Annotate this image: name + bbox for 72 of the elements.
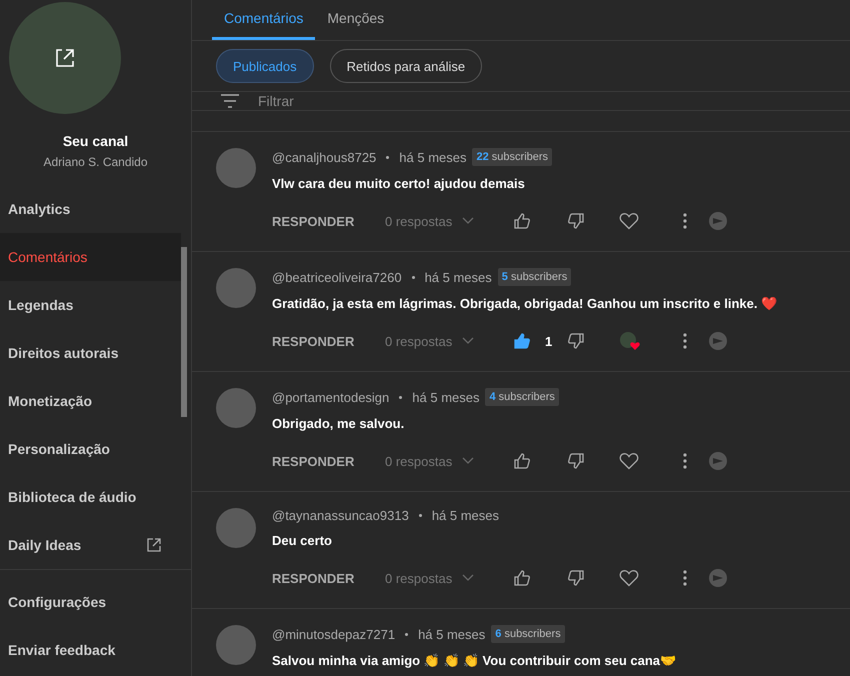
thumbs-down-icon[interactable] xyxy=(567,332,585,350)
chevron-down-icon xyxy=(462,337,474,345)
comment-time: há 5 meses xyxy=(412,390,480,404)
reply-button[interactable]: RESPONDER xyxy=(272,214,385,228)
tab[interactable]: Menções xyxy=(315,0,396,40)
comment-author[interactable]: @taynanassuncao9313 xyxy=(272,508,409,523)
thumbs-down-icon[interactable] xyxy=(567,452,585,470)
replies-toggle[interactable]: 0 respostas xyxy=(385,334,513,348)
separator-dot xyxy=(405,632,408,636)
filter-field[interactable]: Filtrar xyxy=(256,92,460,110)
replies-toggle[interactable]: 0 respostas xyxy=(385,214,513,228)
sidebar-item[interactable]: Comentários xyxy=(0,233,181,281)
more-options-icon[interactable] xyxy=(683,333,687,349)
creator-heart-icon[interactable] xyxy=(619,331,641,351)
sidebar-item[interactable]: Enviar feedback xyxy=(0,626,191,674)
thumbs-up-icon[interactable] xyxy=(513,569,531,587)
comment-time: há 5 meses xyxy=(418,626,486,642)
channel-heading: Seu canal xyxy=(62,133,128,149)
replies-toggle[interactable]: 0 respostas xyxy=(385,454,513,468)
comment-time: há 5 meses xyxy=(424,270,492,284)
separator-dot xyxy=(412,276,415,278)
comment-text: Gratidão, ja esta em lágrimas. Obrigada, obrigada! Ganhou um inscrito e linke. ❤ xyxy=(272,296,778,311)
subscriber-badge: 4 subscribers xyxy=(485,388,559,406)
sidebar-item[interactable]: Legendas xyxy=(0,281,181,329)
thumbs-up-icon[interactable] xyxy=(513,212,531,230)
sidebar-item[interactable]: Monetização xyxy=(0,377,181,425)
comment-text: Deu certo xyxy=(272,533,333,548)
reply-button[interactable]: RESPONDER xyxy=(272,454,385,468)
sidebar-item[interactable]: Configurações xyxy=(0,578,191,626)
sidebar-item[interactable]: Direitos autorais xyxy=(0,329,181,377)
tab[interactable]: Comentários xyxy=(212,0,316,40)
heart-icon[interactable] xyxy=(619,212,639,230)
comment-author[interactable]: @minutosdepaz7271 xyxy=(272,626,396,642)
sidebar-item[interactable]: Personalização xyxy=(0,425,181,473)
comment-text: Obrigado, me salvou. xyxy=(272,416,406,431)
sidebar-item[interactable]: Analytics xyxy=(0,185,181,233)
chevron-down-icon xyxy=(462,217,474,225)
sidebar-item[interactable]: Biblioteca de áudio xyxy=(0,473,181,521)
replies-toggle[interactable]: 0 respostas xyxy=(385,570,513,586)
comment-text: Salvou minha via amigo 👏 👏 👏 Vou contribuir com seu cana🤝 xyxy=(272,653,678,668)
thumbs-down-icon[interactable] xyxy=(567,212,585,230)
subscriber-badge: 6 subscribers xyxy=(491,625,565,643)
heart-icon[interactable] xyxy=(619,569,639,587)
comment-author[interactable]: @portamentodesign xyxy=(272,390,390,404)
more-options-icon[interactable] xyxy=(683,453,687,469)
thumbs-up-icon[interactable] xyxy=(513,332,531,350)
like-count: 1 xyxy=(545,334,552,348)
comment-text: Vlw cara deu muito certo! ajudou demais xyxy=(272,176,526,191)
separator-dot xyxy=(386,156,390,158)
more-options-icon[interactable] xyxy=(683,213,687,229)
separator-dot xyxy=(399,396,402,398)
reply-button[interactable]: RESPONDER xyxy=(272,334,385,348)
thumbs-down-icon[interactable] xyxy=(567,569,585,587)
filter-chip[interactable]: Publicados xyxy=(216,49,314,83)
chevron-down-icon xyxy=(462,457,474,465)
thumbs-up-icon[interactable] xyxy=(513,452,531,470)
reply-button[interactable]: RESPONDER xyxy=(272,570,385,586)
heart-icon[interactable] xyxy=(619,452,639,470)
more-options-icon[interactable] xyxy=(683,570,687,586)
filter-icon[interactable] xyxy=(220,94,240,108)
external-link-icon xyxy=(54,48,74,68)
comment-time: há 5 meses xyxy=(432,508,500,523)
separator-dot xyxy=(418,514,422,517)
subscriber-badge: 5 subscribers xyxy=(498,268,572,286)
chevron-down-icon xyxy=(462,574,474,582)
channel-name: Adriano S. Candido xyxy=(43,155,148,169)
filter-chip[interactable]: Retidos para análise xyxy=(330,49,482,83)
sidebar-item[interactable]: Daily Ideas xyxy=(0,521,181,569)
subscriber-badge: 22 subscribers xyxy=(472,148,552,166)
comment-author[interactable]: @beatriceoliveira7260 xyxy=(272,270,402,284)
comment-time: há 5 meses xyxy=(399,150,466,164)
comment-author[interactable]: @canaljhous8725 xyxy=(272,150,376,164)
